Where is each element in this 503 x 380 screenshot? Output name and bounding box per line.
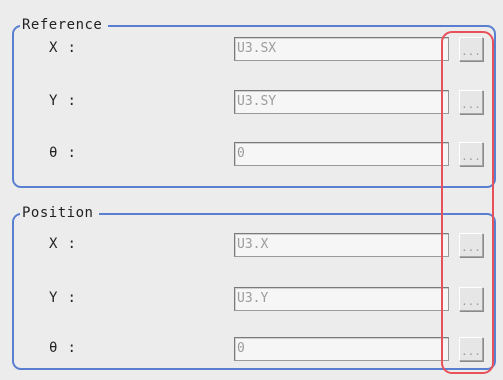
position-theta-browse-button[interactable]: ... [459,337,483,361]
reference-row-y: Y: U3.SY ... [14,87,494,117]
reference-x-label: X: [49,40,76,56]
reference-row-theta: θ: 0 ... [14,139,494,169]
reference-y-field[interactable]: U3.SY [234,90,449,114]
position-y-field[interactable]: U3.Y [234,287,449,311]
position-x-browse-button[interactable]: ... [459,233,483,257]
reference-x-browse-button[interactable]: ... [459,37,483,61]
position-row-theta: θ: 0 ... [14,334,494,364]
reference-row-x: X: U3.SX ... [14,34,494,64]
position-theta-label: θ: [49,340,76,356]
reference-y-browse-button[interactable]: ... [459,90,483,114]
reference-theta-label: θ: [49,145,76,161]
reference-x-field[interactable]: U3.SX [234,37,449,61]
position-group-title: Position [20,203,100,223]
position-y-label: Y: [49,290,76,306]
position-row-y: Y: U3.Y ... [14,284,494,314]
reference-group: Reference X: U3.SX ... Y: U3.SY ... θ: 0… [12,15,496,188]
reference-theta-field[interactable]: 0 [234,142,449,166]
position-x-label: X: [49,236,76,252]
reference-theta-browse-button[interactable]: ... [459,142,483,166]
position-theta-field[interactable]: 0 [234,337,449,361]
position-group: Position X: U3.X ... Y: U3.Y ... θ: 0 ..… [12,203,496,370]
position-x-field[interactable]: U3.X [234,233,449,257]
reference-group-title: Reference [20,15,109,35]
position-y-browse-button[interactable]: ... [459,287,483,311]
position-row-x: X: U3.X ... [14,230,494,260]
reference-y-label: Y: [49,93,76,109]
